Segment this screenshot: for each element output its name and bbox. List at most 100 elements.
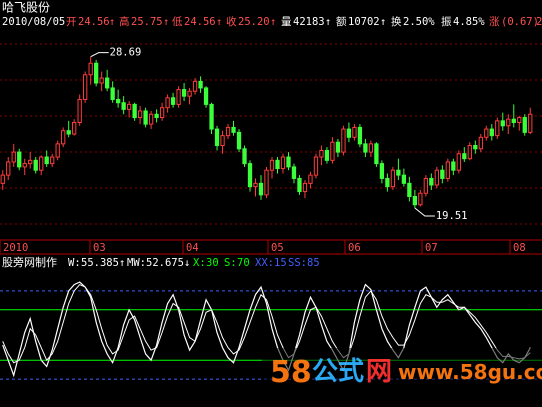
up-arrow-icon: ↑	[380, 16, 386, 28]
candle	[132, 102, 137, 121]
candle-body	[72, 121, 77, 135]
candle-body	[88, 62, 93, 76]
candle	[467, 142, 472, 161]
x-label: X:	[193, 257, 206, 269]
up-arrow-icon: ↑	[325, 16, 331, 28]
candle-body	[176, 89, 181, 105]
candle-body	[489, 128, 494, 137]
candle	[346, 122, 352, 143]
candle-body	[33, 159, 38, 171]
candle-body	[44, 156, 49, 165]
candle-body	[484, 128, 489, 138]
candle	[22, 158, 27, 176]
candle	[33, 157, 38, 174]
candle-body	[192, 80, 198, 92]
candle	[330, 137, 335, 164]
candle-body	[297, 177, 302, 193]
candle-body	[396, 169, 401, 176]
candle-body	[423, 177, 428, 194]
candle	[363, 138, 368, 158]
stock-name: 哈飞股份	[2, 1, 50, 15]
s-label: S:	[224, 257, 237, 269]
change-suffix: 2	[536, 16, 542, 28]
candle	[313, 153, 319, 179]
candle	[456, 150, 461, 174]
candle	[401, 168, 407, 187]
candle	[154, 109, 159, 123]
candle	[522, 114, 527, 136]
down-arrow-icon: ↓	[184, 257, 190, 269]
high-price-annotation: 28.69	[110, 47, 142, 59]
candle	[225, 124, 231, 139]
candle-body	[522, 117, 527, 133]
candle-body	[126, 103, 132, 110]
candle-body	[236, 131, 242, 150]
x-tick-label: 06	[348, 242, 361, 254]
indicator-header: 股旁网制作 W: 55.385 ↑ MW: 52.675 ↓ X: 30 S: …	[2, 255, 320, 269]
low-price-marker: 19.51	[414, 207, 467, 222]
candle	[429, 173, 434, 190]
candle-body	[500, 120, 505, 127]
candle	[297, 175, 302, 195]
open-label: 开	[66, 16, 77, 28]
candle	[236, 129, 242, 153]
candle	[445, 158, 450, 182]
candle-body	[478, 136, 483, 150]
candle-body	[181, 89, 187, 97]
candle-body	[363, 143, 368, 153]
low-label: 低	[172, 15, 183, 28]
high-value: 25.75	[131, 16, 163, 28]
high-label: 高	[119, 15, 130, 28]
candle-body	[17, 151, 22, 168]
ss-label: SS:	[288, 257, 307, 269]
candle	[231, 120, 236, 136]
candle-body	[511, 118, 516, 123]
candle	[379, 160, 385, 184]
close-value: 25.20	[238, 16, 270, 28]
candle-body	[159, 107, 165, 119]
candle	[495, 117, 500, 139]
candle-body	[379, 163, 385, 179]
watermark-logo: 58 公式 网 www.58gu.com	[262, 348, 542, 407]
mw-value: 52.675	[146, 257, 184, 269]
close-label: 收	[226, 15, 237, 28]
candle-body	[335, 141, 341, 153]
candle	[511, 104, 516, 128]
candle	[115, 89, 121, 108]
quote-bar: 2010/08/05 开 24.56 ↑ 高 25.75 ↑ 低 24.56 ↑…	[2, 15, 542, 28]
candle	[148, 110, 154, 130]
candle-body	[517, 117, 522, 123]
candle	[0, 170, 5, 190]
up-arrow-icon: ↑	[216, 16, 222, 28]
low-marker-line	[414, 207, 435, 217]
candle	[214, 125, 220, 151]
candle	[187, 87, 192, 105]
candle	[517, 115, 522, 131]
x-tick-label: 04	[186, 242, 199, 254]
candle-body	[39, 156, 44, 171]
candle-body	[231, 126, 236, 133]
candle-body	[225, 126, 231, 137]
candle	[291, 163, 297, 184]
candle-body	[357, 126, 363, 145]
candle	[121, 96, 126, 115]
amplitude-label: 振	[441, 15, 452, 28]
candle-body	[105, 77, 110, 89]
up-arrow-icon: ↑	[270, 16, 276, 28]
mw-label: MW:	[127, 257, 146, 269]
candle-body	[209, 103, 214, 130]
ss-value: 85	[307, 257, 320, 269]
candle-body	[308, 174, 313, 184]
amount-value: 10702	[348, 16, 380, 28]
candle-body	[148, 113, 154, 125]
candle-body	[445, 161, 450, 179]
candle-body	[324, 149, 330, 161]
xx-value: 15	[274, 257, 287, 269]
indicator-name: 股旁网制作	[2, 255, 57, 269]
candle-body	[462, 153, 467, 160]
candle-body	[66, 130, 71, 135]
candle	[506, 114, 511, 134]
candle	[374, 142, 379, 167]
x-tick-label: 08	[513, 242, 526, 254]
candle	[77, 94, 82, 126]
